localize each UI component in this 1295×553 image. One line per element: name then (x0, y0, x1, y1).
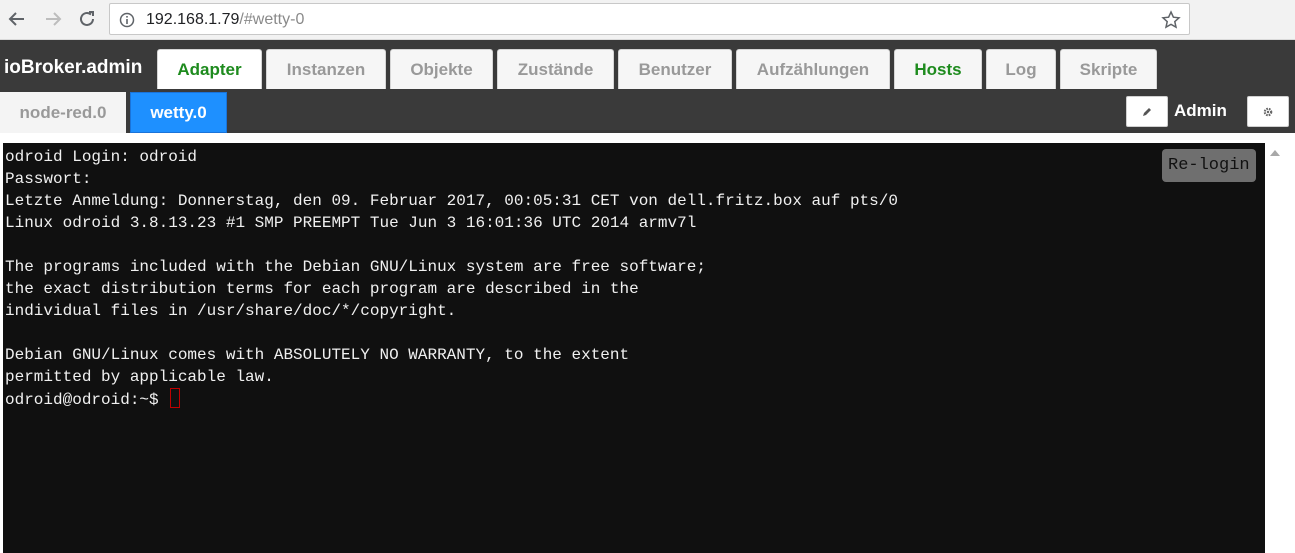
terminal-line: The programs included with the Debian GN… (5, 258, 706, 276)
gear-icon (1263, 107, 1273, 116)
forward-button[interactable] (42, 8, 64, 30)
forward-arrow-icon (46, 12, 62, 26)
tab-skripte[interactable]: Skripte (1060, 49, 1157, 89)
terminal-line: Passwort: (5, 170, 92, 188)
back-button[interactable] (6, 8, 28, 30)
reload-button[interactable] (76, 8, 98, 30)
current-user: Admin (1174, 101, 1227, 120)
bookmark-star-icon[interactable] (1161, 10, 1181, 35)
pencil-icon (1143, 107, 1151, 116)
url-path: /#wetty-0 (239, 11, 305, 28)
tab-hosts[interactable]: Hosts (894, 49, 982, 89)
tab-benutzer[interactable]: Benutzer (618, 49, 732, 89)
terminal-line: odroid Login: odroid (5, 148, 198, 166)
terminal-line: permitted by applicable law. (5, 368, 274, 386)
scroll-up-arrow-icon[interactable] (1270, 150, 1280, 156)
info-icon[interactable] (119, 12, 135, 33)
reload-icon (80, 11, 94, 26)
tab-adapter[interactable]: Adapter (157, 49, 262, 89)
address-bar[interactable]: 192.168.1.79/#wetty-0 (109, 3, 1190, 35)
tab-log[interactable]: Log (986, 49, 1056, 89)
back-arrow-icon (8, 12, 24, 26)
terminal-line: individual files in /usr/share/doc/*/cop… (5, 302, 457, 320)
url-text[interactable]: 192.168.1.79/#wetty-0 (146, 11, 304, 29)
terminal-prompt: odroid@odroid:~$ (5, 391, 169, 409)
tab-instanzen[interactable]: Instanzen (266, 49, 386, 89)
terminal-line: Letzte Anmeldung: Donnerstag, den 09. Fe… (5, 192, 898, 210)
app-brand: ioBroker.admin (4, 57, 143, 78)
terminal-line: Debian GNU/Linux comes with ABSOLUTELY N… (5, 346, 630, 364)
tab-objekte[interactable]: Objekte (390, 49, 493, 89)
terminal-line: Linux odroid 3.8.13.23 #1 SMP PREEMPT Tu… (5, 214, 697, 232)
terminal-line: the exact distribution terms for each pr… (5, 280, 639, 298)
url-host: 192.168.1.79 (146, 11, 240, 28)
terminal-cursor (170, 388, 181, 408)
tab-aufzaehlungen[interactable]: Aufzählungen (736, 49, 890, 89)
terminal-prompt-line: odroid@odroid:~$ (5, 388, 1265, 410)
subtab-wetty[interactable]: wetty.0 (130, 92, 227, 133)
relogin-button[interactable]: Re-login (1162, 149, 1256, 182)
edit-button[interactable] (1126, 96, 1168, 127)
settings-button[interactable] (1247, 96, 1289, 127)
tab-zustaende[interactable]: Zustände (497, 49, 614, 89)
terminal[interactable]: odroid Login: odroid Passwort: Letzte An… (3, 143, 1265, 553)
subtab-node-red[interactable]: node-red.0 (0, 92, 126, 133)
scrollbar[interactable] (1265, 143, 1295, 553)
